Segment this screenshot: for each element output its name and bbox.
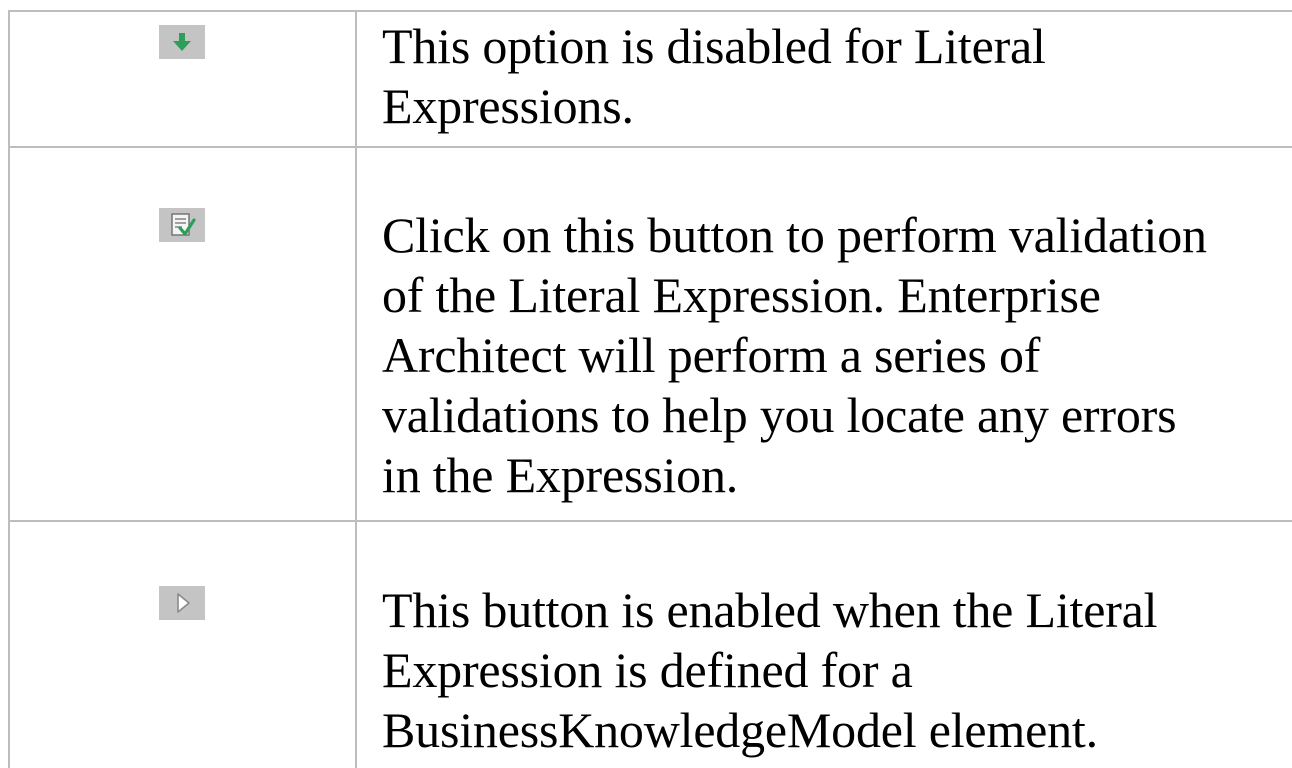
- table-left-border: [8, 520, 10, 768]
- row-description: Click on this button to perform validati…: [382, 207, 1207, 503]
- table-left-border: [8, 10, 10, 146]
- table-column-divider: [355, 10, 357, 768]
- row-description: This option is disabled for Literal Expr…: [382, 18, 1046, 134]
- table-top-border: [8, 10, 1292, 12]
- validate-checkmark-icon: [159, 208, 205, 242]
- row-description: This button is enabled when the Literal …: [382, 582, 1158, 758]
- play-triangle-icon: [159, 586, 205, 620]
- table-row-divider: [8, 146, 1292, 148]
- table-row-divider: [8, 520, 1292, 522]
- move-down-arrow-icon: [159, 25, 205, 59]
- table-left-border: [8, 146, 10, 522]
- toolbar-reference-table: This option is disabled for Literal Expr…: [0, 0, 1292, 768]
